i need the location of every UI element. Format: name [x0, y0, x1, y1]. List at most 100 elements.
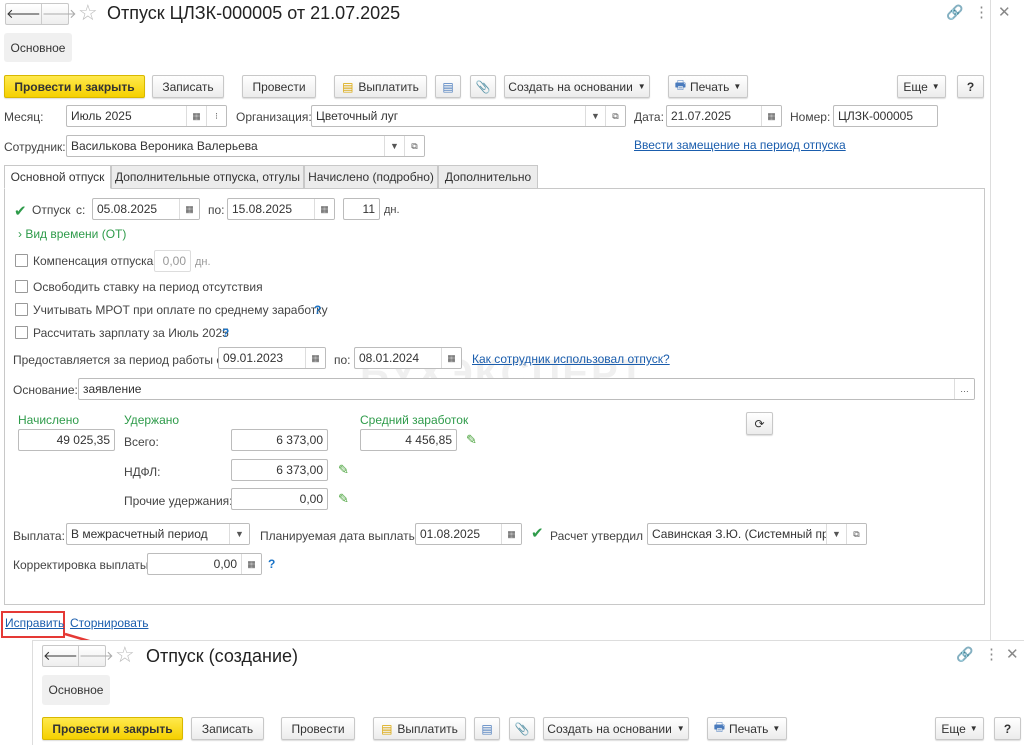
period-from-input[interactable]: 09.01.2023 ▦: [218, 347, 326, 369]
basis-input[interactable]: заявление…: [78, 378, 975, 400]
open-icon[interactable]: ⧉: [404, 136, 424, 156]
ndfl-value: 6 373,00: [231, 459, 328, 481]
calendar-icon[interactable]: ▦: [179, 199, 199, 219]
more-button[interactable]: Еще ▼: [935, 717, 984, 740]
reverse-link[interactable]: Сторнировать: [70, 616, 148, 630]
spin-icon[interactable]: ⁝: [206, 106, 226, 126]
attachment-icon[interactable]: 📎: [470, 75, 496, 98]
dropdown-icon[interactable]: ▼: [384, 136, 404, 156]
star-icon[interactable]: ☆: [78, 0, 98, 26]
employee-input[interactable]: Василькова Вероника Валерьева ▼ ⧉: [66, 135, 425, 157]
tab-accrued-detail[interactable]: Начислено (подробно): [304, 165, 438, 189]
dropdown-arrow-icon: ▼: [637, 82, 646, 91]
ellipsis-icon[interactable]: …: [954, 379, 974, 399]
org-input[interactable]: Цветочный луг ▼ ⧉: [311, 105, 626, 127]
attachment-icon[interactable]: 📎: [509, 717, 535, 740]
print-button[interactable]: 🖶 Печать ▼: [707, 717, 787, 740]
time-type-label: Вид времени (ОТ): [25, 227, 127, 241]
save-button[interactable]: Записать: [152, 75, 224, 98]
edit-pencil-icon[interactable]: ✎: [466, 432, 477, 448]
approved-checkbox[interactable]: ✔: [531, 524, 544, 542]
calendar-icon[interactable]: ▦: [305, 348, 325, 368]
calendar-icon[interactable]: ▦: [761, 106, 781, 126]
edit-pencil-icon[interactable]: ✎: [338, 462, 349, 478]
more-button[interactable]: Еще ▼: [897, 75, 946, 98]
usage-link[interactable]: Как сотрудник использовал отпуск?: [472, 352, 670, 366]
mrot-checkbox[interactable]: [15, 303, 28, 316]
replace-link[interactable]: Ввести замещение на период отпуска: [634, 138, 846, 152]
open-icon[interactable]: ⧉: [605, 106, 625, 126]
star-icon[interactable]: ☆: [115, 642, 135, 668]
close-icon[interactable]: ✕: [1006, 645, 1019, 663]
dropdown-icon[interactable]: ▼: [826, 524, 846, 544]
post-close-button[interactable]: Провести и закрыть: [42, 717, 183, 740]
close-icon[interactable]: ✕: [998, 3, 1011, 21]
print-button[interactable]: 🖶 Печать ▼: [668, 75, 748, 98]
link-icon[interactable]: 🔗: [946, 4, 963, 21]
tab-additional[interactable]: Дополнительно: [438, 165, 538, 189]
number-input[interactable]: ЦЛЗК-000005: [833, 105, 938, 127]
calendar-icon[interactable]: ▦: [501, 524, 521, 544]
help-icon[interactable]: ?: [268, 557, 275, 571]
period-to-input[interactable]: 08.01.2024 ▦: [354, 347, 462, 369]
to-label: по:: [208, 203, 225, 217]
to-date-input[interactable]: 15.08.2025 ▦: [227, 198, 335, 220]
time-type-toggle[interactable]: › Вид времени (ОТ): [18, 227, 126, 241]
tab-additional-vacations[interactable]: Дополнительные отпуска, отгулы: [111, 165, 304, 189]
list-icon[interactable]: ▤: [435, 75, 461, 98]
back-icon[interactable]: 🡐: [43, 646, 79, 666]
dropdown-icon[interactable]: ▼: [229, 524, 249, 544]
dropdown-icon[interactable]: ▼: [585, 106, 605, 126]
open-icon[interactable]: ⧉: [846, 524, 866, 544]
month-label: Месяц:: [4, 110, 44, 124]
fix-link[interactable]: Исправить: [5, 616, 64, 630]
correction-input[interactable]: 0,00 ▦: [147, 553, 262, 575]
refresh-icon[interactable]: ⟳: [746, 412, 773, 435]
help-button[interactable]: ?: [994, 717, 1021, 740]
edit-pencil-icon[interactable]: ✎: [338, 491, 349, 507]
calendar-icon[interactable]: ▦: [314, 199, 334, 219]
pay-button[interactable]: ▤ Выплатить: [334, 75, 427, 98]
create-based-button[interactable]: Создать на основании ▼: [504, 75, 650, 98]
help-button[interactable]: ?: [957, 75, 984, 98]
more-icon[interactable]: ⋮: [974, 3, 989, 21]
date-input[interactable]: 21.07.2025 ▦: [666, 105, 782, 127]
section-tab-main[interactable]: Основное: [4, 33, 72, 62]
list-icon[interactable]: ▤: [474, 717, 500, 740]
from-label: с:: [76, 203, 86, 217]
forward-icon[interactable]: 🡒: [42, 4, 77, 24]
link-icon[interactable]: 🔗: [956, 646, 973, 663]
compensation-input[interactable]: 0,00: [154, 250, 191, 272]
from-date-input[interactable]: 05.08.2025 ▦: [92, 198, 200, 220]
free-rate-checkbox[interactable]: [15, 280, 28, 293]
forward-icon[interactable]: 🡒: [79, 646, 114, 666]
compensation-unit: дн.: [195, 256, 211, 268]
help-icon[interactable]: ?: [222, 326, 229, 340]
help-icon[interactable]: ?: [314, 303, 321, 317]
calculator-icon[interactable]: ▦: [241, 554, 261, 574]
calendar-icon[interactable]: ▦: [441, 348, 461, 368]
create-based-button[interactable]: Создать на основании ▼: [543, 717, 689, 740]
save-button[interactable]: Записать: [191, 717, 264, 740]
approved-by-input[interactable]: Савинская З.Ю. (Системный прог ▼ ⧉: [647, 523, 867, 545]
post-button[interactable]: Провести: [281, 717, 355, 740]
calendar-icon[interactable]: ▦: [186, 106, 206, 126]
more-icon[interactable]: ⋮: [984, 645, 999, 663]
pay-button[interactable]: ▤ Выплатить: [373, 717, 466, 740]
month-input[interactable]: Июль 2025 ▦ ⁝: [66, 105, 227, 127]
more-label: Еще: [941, 721, 966, 736]
back-icon[interactable]: 🡐: [6, 4, 42, 24]
section-tab-main[interactable]: Основное: [42, 675, 110, 705]
tab-main-vacation[interactable]: Основной отпуск: [4, 165, 111, 189]
payout-select[interactable]: В межрасчетный период ▼: [66, 523, 250, 545]
payout-value: В межрасчетный период: [71, 527, 208, 541]
vacation-checkbox[interactable]: ✔: [14, 202, 27, 220]
post-button[interactable]: Провести: [242, 75, 316, 98]
plan-date-input[interactable]: 01.08.2025 ▦: [415, 523, 522, 545]
post-close-button[interactable]: Провести и закрыть: [4, 75, 145, 98]
avg-label: Средний заработок: [360, 413, 469, 427]
compensation-checkbox[interactable]: [15, 254, 28, 267]
withheld-label: Удержано: [124, 413, 180, 427]
days-input[interactable]: 11: [343, 198, 380, 220]
calc-salary-checkbox[interactable]: [15, 326, 28, 339]
